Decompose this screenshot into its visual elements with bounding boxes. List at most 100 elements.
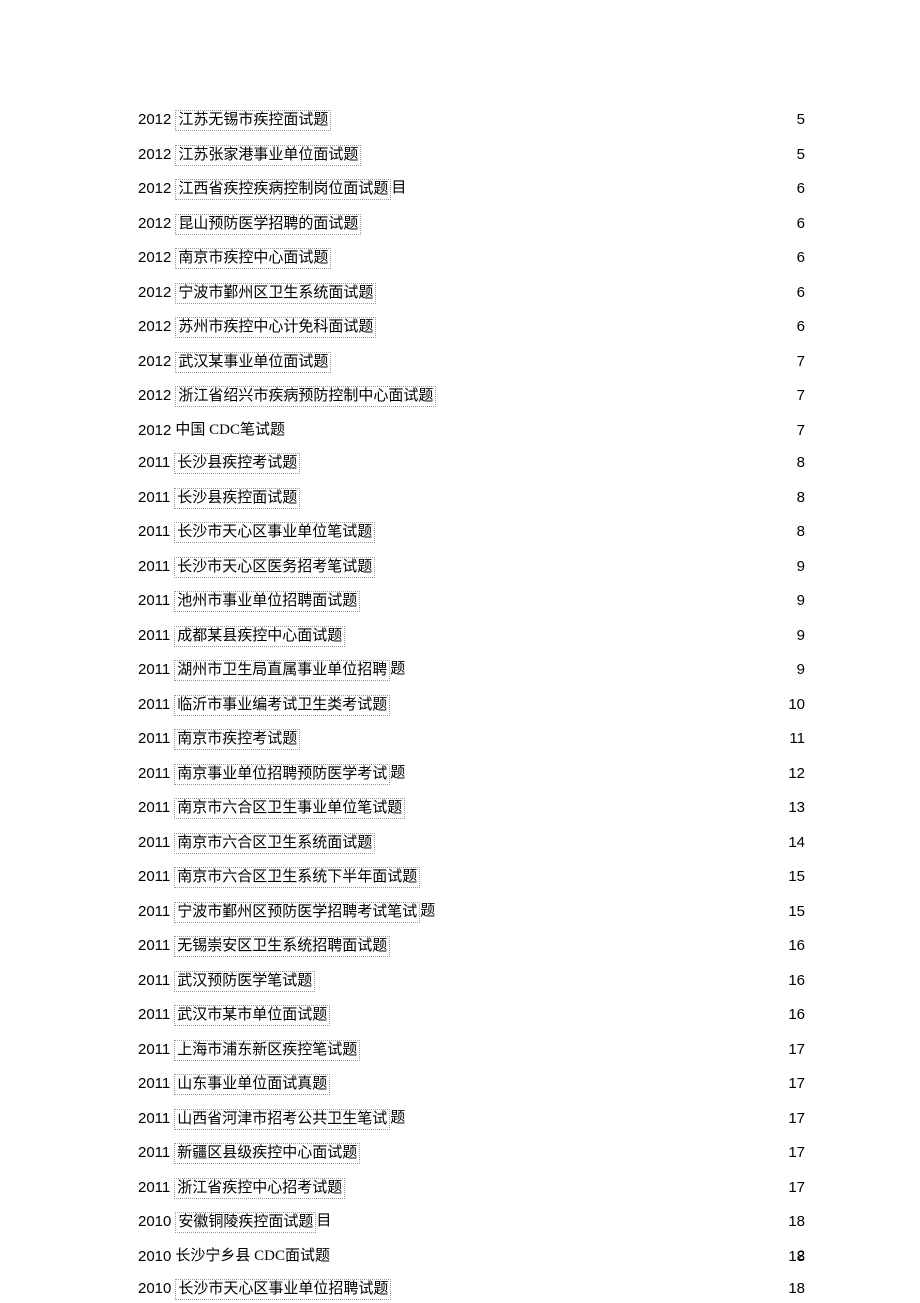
toc-entry[interactable]: 2012中国 CDC笔试题7 xyxy=(138,421,805,440)
toc-title: 2012宁波市鄞州区卫生系统面试题 xyxy=(138,283,376,304)
toc-entry[interactable]: 2011湖州市卫生局直属事业单位招聘题9 xyxy=(138,660,805,681)
toc-year: 2010 xyxy=(138,1279,171,1298)
toc-page-number: 12 xyxy=(788,764,805,783)
toc-title: 2011南京市六合区卫生系统下半年面试题 xyxy=(138,867,420,888)
toc-year: 2010 xyxy=(138,1212,171,1231)
toc-entry[interactable]: 2011南京事业单位招聘预防医学考试题12 xyxy=(138,764,805,785)
toc-page-number: 8 xyxy=(797,522,805,541)
toc-year: 2011 xyxy=(138,557,170,576)
toc-entry[interactable]: 2011长沙市天心区事业单位笔试题 8 xyxy=(138,522,805,543)
toc-title: 2011武汉市某市单位面试题 xyxy=(138,1005,330,1026)
toc-year: 2011 xyxy=(138,1040,170,1059)
toc-title-boxed: 南京市六合区卫生事业单位笔试题 xyxy=(174,798,405,819)
toc-title: 2012南京市疾控中心面试题 xyxy=(138,248,331,269)
toc-entry[interactable]: 2011长沙市天心区医务招考笔试题9 xyxy=(138,557,805,578)
toc-title: 2012苏州市疾控中心计免科面试题 xyxy=(138,317,376,338)
toc-title: 2011上海市浦东新区疾控笔试题 xyxy=(138,1040,360,1061)
toc-entry[interactable]: 2011上海市浦东新区疾控笔试题 17 xyxy=(138,1040,805,1061)
toc-entry[interactable]: 2012武汉某事业单位面试题7 xyxy=(138,352,805,373)
toc-entry[interactable]: 2010安徽铜陵疾控面试题目18 xyxy=(138,1212,805,1233)
toc-entry[interactable]: 2011新疆区县级疾控中心面试题17 xyxy=(138,1143,805,1164)
toc-entry[interactable]: 2012昆山预防医学招聘的面试题6 xyxy=(138,214,805,235)
toc-entry[interactable]: 2012江苏无锡市疾控面试题5 xyxy=(138,110,805,131)
toc-title-text: 长沙宁乡县 CDC面试题 xyxy=(175,1247,330,1266)
toc-title: 2011宁波市鄞州区预防医学招聘考试笔试题 xyxy=(138,902,435,923)
toc-year: 2011 xyxy=(138,867,170,886)
toc-title-boxed: 新疆区县级疾控中心面试题 xyxy=(174,1143,360,1164)
toc-title-boxed: 长沙市天心区事业单位笔试题 xyxy=(174,522,375,543)
toc-entry[interactable]: 2011临沂市事业编考试卫生类考试题10 xyxy=(138,695,805,716)
toc-year: 2011 xyxy=(138,453,170,472)
toc-entry[interactable]: 2011长沙县疾控考试题8 xyxy=(138,453,805,474)
toc-entry[interactable]: 2011浙江省疾控中心招考试题17 xyxy=(138,1178,805,1199)
toc-title-suffix: 目 xyxy=(316,1212,331,1231)
toc-title-boxed: 成都某县疾控中心面试题 xyxy=(174,626,345,647)
toc-entry[interactable]: 2011武汉市某市单位面试题 16 xyxy=(138,1005,805,1026)
toc-year: 2011 xyxy=(138,1143,170,1162)
toc-page-number: 16 xyxy=(788,936,805,955)
toc-entry[interactable]: 2011山西省河津市招考公共卫生笔试题17 xyxy=(138,1109,805,1130)
toc-title: 2011南京市疾控考试题 xyxy=(138,729,300,750)
toc-entry[interactable]: 2011宁波市鄞州区预防医学招聘考试笔试题15 xyxy=(138,902,805,923)
toc-entry[interactable]: 2011长沙县疾控面试题8 xyxy=(138,488,805,509)
toc-year: 2011 xyxy=(138,1109,170,1128)
toc-title-boxed: 南京事业单位招聘预防医学考试 xyxy=(174,764,390,785)
toc-title: 2011长沙市天心区医务招考笔试题 xyxy=(138,557,375,578)
toc-title-suffix: 题 xyxy=(420,902,435,921)
toc-entry[interactable]: 2011山东事业单位面试真题17 xyxy=(138,1074,805,1095)
toc-year: 2011 xyxy=(138,729,170,748)
toc-page-number: 17 xyxy=(788,1040,805,1059)
page-content: 2012江苏无锡市疾控面试题5 2012江苏张家港事业单位面试题5 2012江西省疾… xyxy=(0,0,920,1300)
toc-year: 2011 xyxy=(138,488,170,507)
toc-title: 2011无锡崇安区卫生系统招聘面试题 xyxy=(138,936,390,957)
toc-title: 2011南京市六合区卫生事业单位笔试题 xyxy=(138,798,405,819)
toc-year: 2012 xyxy=(138,110,171,129)
toc-entry[interactable]: 2012苏州市疾控中心计免科面试题6 xyxy=(138,317,805,338)
table-of-contents: 2012江苏无锡市疾控面试题5 2012江苏张家港事业单位面试题5 2012江西省疾… xyxy=(138,110,805,1300)
page-number: 2 xyxy=(797,1247,805,1263)
toc-title-boxed: 浙江省疾控中心招考试题 xyxy=(174,1178,345,1199)
toc-year: 2011 xyxy=(138,833,170,852)
toc-year: 2011 xyxy=(138,1005,170,1024)
toc-entry[interactable]: 2011无锡崇安区卫生系统招聘面试题 16 xyxy=(138,936,805,957)
toc-title: 2012浙江省绍兴市疾病预防控制中心面试题 xyxy=(138,386,436,407)
toc-title: 2010长沙宁乡县 CDC面试题 xyxy=(138,1247,330,1266)
toc-year: 2012 xyxy=(138,421,171,440)
toc-title: 2011浙江省疾控中心招考试题 xyxy=(138,1178,345,1199)
toc-entry[interactable]: 2012江西省疾控疾病控制岗位面试题目6 xyxy=(138,179,805,200)
toc-title-suffix: 题 xyxy=(390,1109,405,1128)
toc-entry[interactable]: 2012浙江省绍兴市疾病预防控制中心面试题7 xyxy=(138,386,805,407)
toc-page-number: 17 xyxy=(788,1109,805,1128)
toc-year: 2012 xyxy=(138,248,171,267)
toc-title-boxed: 武汉预防医学笔试题 xyxy=(174,971,315,992)
toc-title-boxed: 浙江省绍兴市疾病预防控制中心面试题 xyxy=(175,386,436,407)
toc-title: 2010安徽铜陵疾控面试题目 xyxy=(138,1212,331,1233)
toc-entry[interactable]: 2012宁波市鄞州区卫生系统面试题6 xyxy=(138,283,805,304)
toc-entry[interactable]: 2010长沙宁乡县 CDC面试题18 xyxy=(138,1247,805,1266)
toc-title: 2011临沂市事业编考试卫生类考试题 xyxy=(138,695,390,716)
toc-entry[interactable]: 2011成都某县疾控中心面试题9 xyxy=(138,626,805,647)
toc-year: 2011 xyxy=(138,936,170,955)
toc-title-boxed: 南京市疾控考试题 xyxy=(174,729,300,750)
toc-title-suffix: 题 xyxy=(390,660,405,679)
toc-entry[interactable]: 2011池州市事业单位招聘面试题9 xyxy=(138,591,805,612)
toc-entry[interactable]: 2011南京市六合区卫生系统下半年面试题15 xyxy=(138,867,805,888)
toc-entry[interactable]: 2011南京市六合区卫生系统面试题14 xyxy=(138,833,805,854)
toc-page-number: 9 xyxy=(797,626,805,645)
toc-title: 2011山东事业单位面试真题 xyxy=(138,1074,330,1095)
toc-entry[interactable]: 2011南京市疾控考试题11 xyxy=(138,729,805,750)
toc-year: 2012 xyxy=(138,283,171,302)
toc-entry[interactable]: 2011武汉预防医学笔试题16 xyxy=(138,971,805,992)
toc-page-number: 13 xyxy=(788,798,805,817)
toc-title-boxed: 长沙市天心区事业单位招聘试题 xyxy=(175,1279,391,1300)
toc-title-suffix: 题 xyxy=(390,764,405,783)
toc-title: 2011武汉预防医学笔试题 xyxy=(138,971,315,992)
toc-title-boxed: 苏州市疾控中心计免科面试题 xyxy=(175,317,376,338)
toc-year: 2012 xyxy=(138,352,171,371)
toc-entry[interactable]: 2012江苏张家港事业单位面试题5 xyxy=(138,145,805,166)
toc-entry[interactable]: 2010长沙市天心区事业单位招聘试题18 xyxy=(138,1279,805,1300)
toc-title: 2011长沙市天心区事业单位笔试题 xyxy=(138,522,375,543)
toc-entry[interactable]: 2011南京市六合区卫生事业单位笔试题 13 xyxy=(138,798,805,819)
toc-entry[interactable]: 2012南京市疾控中心面试题6 xyxy=(138,248,805,269)
toc-page-number: 16 xyxy=(788,1005,805,1024)
